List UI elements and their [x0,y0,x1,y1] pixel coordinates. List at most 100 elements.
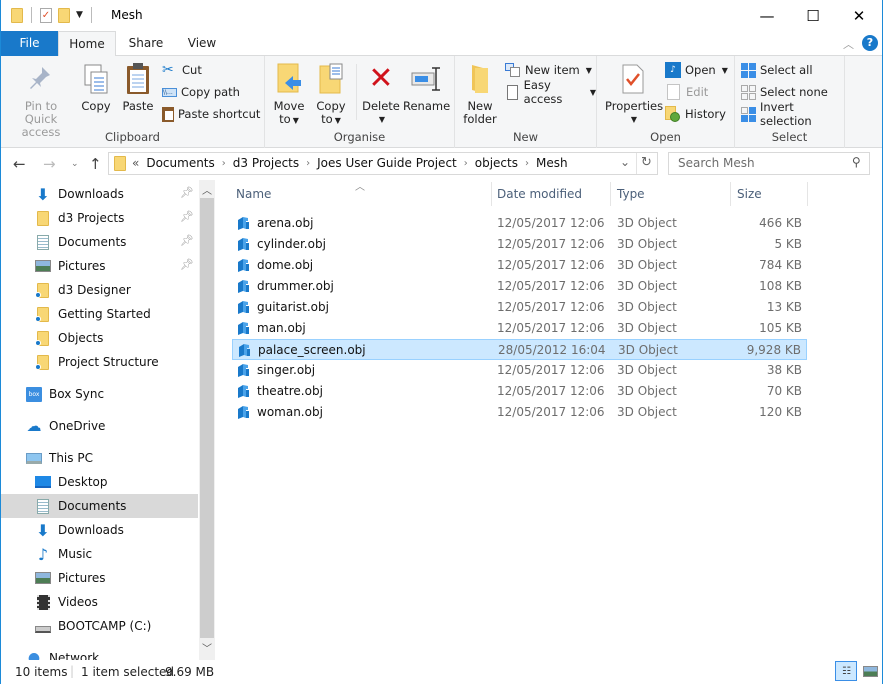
forward-icon[interactable]: → [43,155,56,173]
tab-view[interactable]: View [177,31,227,56]
chevron-right-icon[interactable]: › [525,158,529,169]
column-divider[interactable] [807,182,808,206]
tab-file[interactable]: File [1,31,58,56]
properties-qat-icon[interactable]: ✓ [40,7,52,23]
new-folder-button[interactable]: New folder [461,62,499,126]
chevron-right-icon[interactable]: › [306,158,310,169]
cut-button[interactable]: ✂ Cut [162,60,202,80]
sidebar-scrollbar[interactable]: ︿ ﹀ [199,180,215,660]
sidebar-item-documents[interactable]: Documents 📌︎ [1,230,198,254]
customize-qat-icon[interactable]: ▼ [76,10,83,20]
chevron-right-icon[interactable]: › [222,158,226,169]
edit-button[interactable]: Edit [665,82,708,102]
sidebar-item-project-structure[interactable]: Project Structure [1,350,198,374]
column-header-type[interactable]: Type [617,187,645,201]
sidebar-item-desktop[interactable]: Desktop [1,470,198,494]
file-row[interactable]: theatre.obj 12/05/2017 12:06 3D Object 70 K… [232,381,807,402]
easy-access-icon [507,84,518,100]
address-bar[interactable]: « Documents › d3 Projects › Joes User Gu… [108,152,658,175]
pin-label-line1: Pin to Quick [24,99,58,126]
select-none-button[interactable]: Select none [741,82,828,102]
paste-shortcut-button[interactable]: Paste shortcut [162,104,260,124]
maximize-button[interactable]: ☐ [790,0,836,31]
new-folder-qat-icon[interactable] [58,7,70,23]
column-header-name[interactable]: Name [236,187,271,201]
breadcrumb-joes-user-guide-project[interactable]: Joes User Guide Project [317,156,457,170]
easy-access-button[interactable]: Easy access ▼ [505,78,596,106]
search-box[interactable]: Search Mesh ⚲ [668,152,870,175]
pin-icon[interactable]: 📌︎ [180,258,194,271]
sidebar-item-videos[interactable]: Videos [1,590,198,614]
file-row[interactable]: guitarist.obj 12/05/2017 12:06 3D Object 13… [232,297,807,318]
pin-icon[interactable]: 📌︎ [180,234,194,247]
tab-share[interactable]: Share [119,31,173,56]
sidebar-item-pictures[interactable]: Pictures 📌︎ [1,254,198,278]
invert-selection-button[interactable]: Invert selection [741,100,844,128]
details-view-button[interactable]: ☷ [835,661,857,681]
breadcrumb-d3-projects[interactable]: d3 Projects [233,156,299,170]
file-row[interactable]: man.obj 12/05/2017 12:06 3D Object 105 KB [232,318,807,339]
large-icons-view-button[interactable] [859,661,881,681]
move-to-button[interactable]: Move to ▼ [271,62,307,127]
file-row[interactable]: arena.obj 12/05/2017 12:06 3D Object 466 KB [232,213,807,234]
sidebar-item-documents-pc[interactable]: Documents [1,494,198,518]
history-button[interactable]: History [665,104,726,124]
rename-button[interactable]: Rename [403,62,450,113]
sidebar-item-network[interactable]: ● Network [1,646,198,660]
sidebar-item-onedrive[interactable]: ☁ OneDrive [1,414,198,438]
copy-button[interactable]: Copy [79,62,113,113]
file-row[interactable]: cylinder.obj 12/05/2017 12:06 3D Object 5 K… [232,234,807,255]
new-item-button[interactable]: New item ▼ [505,60,592,80]
tab-home[interactable]: Home [58,31,116,57]
breadcrumb-mesh[interactable]: Mesh [536,156,568,170]
pin-to-quick-access-button[interactable]: Pin to Quick access [7,62,75,139]
help-icon[interactable]: ? [862,35,878,51]
delete-button[interactable]: ✕ Delete ▼ [362,62,400,126]
copy-path-button[interactable]: \\... Copy path [162,82,240,102]
up-icon[interactable]: ↑ [89,155,102,173]
select-all-button[interactable]: Select all [741,60,813,80]
paste-button[interactable]: Paste [119,62,157,113]
collapse-ribbon-icon[interactable]: ︿ [843,36,854,52]
pin-icon[interactable]: 📌︎ [180,186,194,199]
file-name: guitarist.obj [257,300,329,314]
file-row[interactable]: palace_screen.obj 28/05/2012 16:04 3D Obje… [232,339,807,360]
sidebar-item-d3-designer[interactable]: d3 Designer [1,278,198,302]
column-divider[interactable] [610,182,611,206]
file-row[interactable]: woman.obj 12/05/2017 12:06 3D Object 120 KB [232,402,807,423]
breadcrumb-documents[interactable]: Documents [146,156,214,170]
column-divider[interactable] [491,182,492,206]
properties-button[interactable]: Properties ▼ [605,62,663,126]
sidebar-item-this-pc[interactable]: This PC [1,446,198,470]
close-button[interactable]: ✕ [836,0,882,31]
column-header-date[interactable]: Date modified [497,187,582,201]
file-row[interactable]: dome.obj 12/05/2017 12:06 3D Object 784 KB [232,255,807,276]
column-divider[interactable] [730,182,731,206]
sidebar-item-d3-projects[interactable]: d3 Projects 📌︎ [1,206,198,230]
sidebar-item-downloads[interactable]: ⬇ Downloads 📌︎ [1,182,198,206]
sidebar-item-objects[interactable]: Objects [1,326,198,350]
file-row[interactable]: singer.obj 12/05/2017 12:06 3D Object 38 KB [232,360,807,381]
sidebar-item-downloads-pc[interactable]: ⬇ Downloads [1,518,198,542]
sidebar-item-pictures-pc[interactable]: Pictures [1,566,198,590]
refresh-icon[interactable]: ↻ [641,155,652,170]
back-icon[interactable]: ← [13,155,26,173]
chevron-right-icon[interactable]: › [464,158,468,169]
scroll-down-icon[interactable]: ﹀ [199,640,215,658]
3d-object-file-icon [238,301,249,314]
copy-to-button[interactable]: Copy to ▼ [313,62,349,127]
file-row[interactable]: drummer.obj 12/05/2017 12:06 3D Object 108 … [232,276,807,297]
sidebar-item-music[interactable]: ♪ Music [1,542,198,566]
minimize-button[interactable]: — [744,0,790,31]
sidebar-item-getting-started[interactable]: Getting Started [1,302,198,326]
breadcrumb-objects[interactable]: objects [475,156,518,170]
recent-locations-icon[interactable]: ⌄ [71,159,79,169]
pin-icon[interactable]: 📌︎ [180,210,194,223]
sidebar-item-bootcamp[interactable]: BOOTCAMP (C:) [1,614,198,638]
open-button[interactable]: ♪ Open ▼ [665,60,728,80]
scrollbar-thumb[interactable] [200,198,214,638]
breadcrumb-overflow[interactable]: « [132,156,139,170]
column-header-size[interactable]: Size [737,187,762,201]
sidebar-item-box-sync[interactable]: box Box Sync [1,382,198,406]
address-dropdown-icon[interactable]: ⌄ [620,155,630,169]
